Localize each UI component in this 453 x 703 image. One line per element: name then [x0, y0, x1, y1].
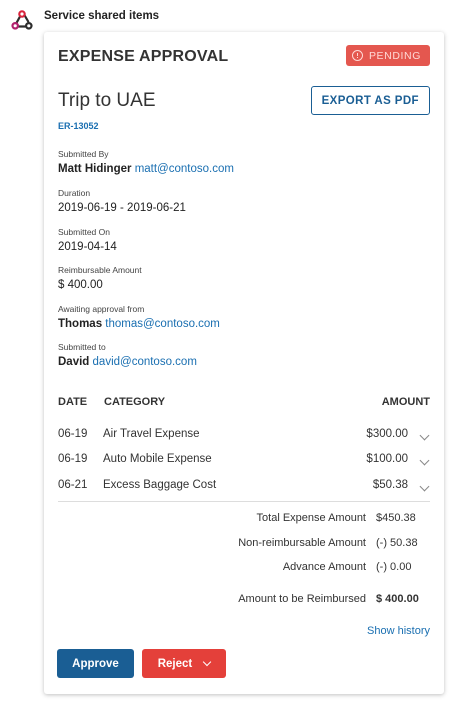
reimbursable-field: Reimbursable Amount $ 400.00 [58, 264, 142, 293]
approver-name: Thomas [58, 318, 103, 330]
chevron-down-icon [203, 657, 212, 667]
sender-header: Service shared items [9, 7, 159, 33]
row-date: 06-19 [58, 453, 88, 465]
submitted-by-field: Submitted By Matt Hidinger matt@contoso.… [58, 148, 234, 177]
submitted-to-field: Submitted to David david@contoso.com [58, 341, 197, 370]
row-date: 06-19 [58, 428, 88, 440]
amount-reimbursed-value: $ 400.00 [376, 593, 419, 605]
export-pdf-button[interactable]: EXPORT AS PDF [310, 86, 430, 115]
expense-table-header: DATE CATEGORY AMOUNT [58, 396, 430, 412]
amount-reimbursed-label: Amount to be Reimbursed [238, 593, 366, 605]
trip-title: Trip to UAE [58, 90, 156, 111]
field-label: Awaiting approval from [58, 304, 145, 314]
advance-amount-label: Advance Amount [282, 561, 366, 573]
chevron-down-icon[interactable] [419, 430, 430, 441]
sender-name: Service shared items [44, 10, 160, 22]
amount-column-header: AMOUNT [381, 396, 430, 408]
row-amount: $100.00 [366, 453, 408, 465]
row-category: Auto Mobile Expense [103, 453, 212, 465]
status-badge: PENDING [345, 45, 430, 66]
status-text: PENDING [368, 49, 421, 62]
total-expense-label: Total Expense Amount [256, 512, 366, 524]
row-date: 06-21 [58, 479, 88, 491]
reject-button-label: Reject [157, 657, 193, 670]
total-expense-row: Total Expense Amount $450.38 [257, 512, 420, 524]
amount-reimbursed-row: Amount to be Reimbursed $ 400.00 [238, 593, 420, 605]
category-column-header: CATEGORY [104, 396, 166, 408]
chevron-down-icon[interactable] [419, 481, 430, 492]
reject-button[interactable]: Reject [142, 649, 226, 678]
non-reimbursable-value: (-) 50.38 [376, 537, 418, 549]
show-history-link[interactable]: Show history [367, 625, 430, 637]
submitter-email-link[interactable]: matt@contoso.com [135, 163, 234, 175]
field-label: Submitted By [58, 149, 109, 159]
field-label: Reimbursable Amount [58, 265, 142, 275]
row-amount: $300.00 [366, 428, 408, 440]
total-expense-value: $450.38 [376, 512, 416, 524]
approver-email-link[interactable]: thomas@contoso.com [105, 318, 220, 330]
table-divider [58, 501, 430, 502]
alert-icon [351, 50, 363, 61]
advance-amount-value: (-) 0.00 [376, 561, 412, 573]
row-category: Air Travel Expense [103, 428, 200, 440]
table-row[interactable]: 06-19 Air Travel Expense $300.00 [58, 428, 430, 444]
table-row[interactable]: 06-21 Excess Baggage Cost $50.38 [58, 479, 430, 495]
row-category: Excess Baggage Cost [103, 479, 217, 491]
expense-approval-card: EXPENSE APPROVAL PENDING Trip to UAE EXP… [44, 32, 444, 694]
duration-field: Duration 2019-06-19 - 2019-06-21 [58, 187, 186, 216]
awaiting-approval-field: Awaiting approval from Thomas thomas@con… [58, 303, 220, 332]
submitted-on-field: Submitted On 2019-04-14 [58, 226, 117, 255]
recipient-email-link[interactable]: david@contoso.com [93, 356, 197, 368]
advance-amount-row: Advance Amount (-) 0.00 [283, 561, 420, 573]
non-reimbursable-row: Non-reimbursable Amount (-) 50.38 [238, 537, 420, 549]
field-label: Submitted to [58, 342, 106, 352]
duration-value: 2019-06-19 - 2019-06-21 [58, 202, 186, 214]
row-amount: $50.38 [372, 479, 408, 491]
webhook-icon [11, 10, 33, 30]
date-column-header: DATE [58, 396, 88, 408]
recipient-name: David [58, 356, 90, 368]
card-header-title: EXPENSE APPROVAL [58, 48, 229, 65]
approve-button[interactable]: Approve [57, 649, 134, 678]
submitter-name: Matt Hidinger [58, 163, 132, 175]
submitted-on-value: 2019-04-14 [58, 241, 117, 253]
field-label: Submitted On [58, 227, 110, 237]
table-row[interactable]: 06-19 Auto Mobile Expense $100.00 [58, 453, 430, 469]
chevron-down-icon[interactable] [419, 455, 430, 466]
reimbursable-value: $ 400.00 [58, 279, 103, 291]
non-reimbursable-label: Non-reimbursable Amount [238, 537, 366, 549]
reference-id: ER-13052 [58, 121, 99, 131]
field-label: Duration [58, 188, 91, 198]
